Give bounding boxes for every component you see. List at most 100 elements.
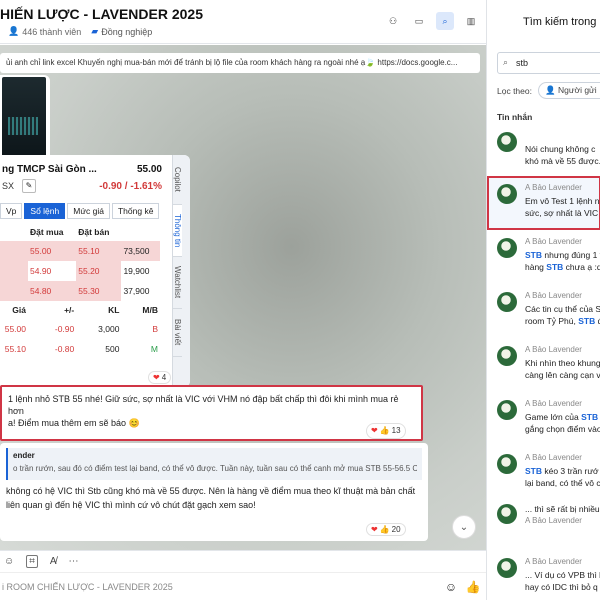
sidebar-toggle-icon[interactable]: ▥ bbox=[462, 12, 480, 30]
result-line: khó mà về 55 được. bbox=[525, 156, 600, 166]
search-result[interactable]: ... thì sẽ rất bị nhiều A Bảo Lavender bbox=[487, 496, 600, 550]
tab-posts[interactable]: Bài viết bbox=[173, 309, 182, 357]
result-line: càng lên càng cạn v bbox=[525, 370, 600, 380]
reaction-pill[interactable]: ❤ 👍 13 bbox=[366, 423, 406, 439]
trade-volume: 3,000 bbox=[98, 324, 120, 334]
highlighted-message[interactable]: 1 lệnh nhỏ STB 55 nhé! Giữ sức, sợ nhất … bbox=[0, 385, 423, 441]
section-heading: Tin nhắn bbox=[497, 112, 533, 122]
stock-tabs: Vp Sổ lệnh Mức giá Thống kê bbox=[0, 203, 160, 219]
reaction-pill[interactable]: ❤ 👍 20 bbox=[366, 523, 406, 536]
screenshot-icon[interactable]: ⌗ bbox=[26, 555, 38, 568]
members-count[interactable]: 👤 446 thành viên bbox=[8, 26, 81, 37]
stock-widget[interactable]: ng TMCP Sài Gòn ... 55.00 SX ✎ -0.90 / -… bbox=[0, 155, 190, 387]
avatar bbox=[497, 292, 517, 312]
result-line: gắng chọn điểm vào bbox=[525, 424, 600, 434]
chevron-down-icon: ⌄ bbox=[459, 521, 469, 533]
keyword-highlight: STB bbox=[581, 412, 599, 422]
col-kl: KL bbox=[108, 305, 120, 315]
keyword-highlight: STB bbox=[525, 250, 542, 260]
person-icon: 👤 bbox=[8, 26, 20, 36]
thumbs-up-icon[interactable]: 👍 bbox=[464, 580, 482, 594]
thumbs-up-icon: 👍 bbox=[379, 525, 390, 534]
tab-watchlist[interactable]: Watchlist bbox=[173, 257, 182, 309]
result-line: Các tin cụ thể của S bbox=[525, 304, 600, 314]
result-line: room Tỷ Phú, STB đa bbox=[525, 316, 600, 326]
quoted-message[interactable]: ender o trần rướn, sau đó có điểm test l… bbox=[6, 448, 422, 480]
message-input[interactable]: i ROOM CHIẾN LƯỢC - LAVENDER 2025 ☺ 👍 bbox=[0, 572, 486, 600]
trade-side: M bbox=[150, 344, 158, 354]
bid-price: 54.80 bbox=[28, 281, 77, 301]
more-icon[interactable]: ⋯ bbox=[69, 556, 79, 567]
sticker-icon[interactable]: ☺ bbox=[4, 556, 14, 567]
message-input-placeholder[interactable]: i ROOM CHIẾN LƯỢC - LAVENDER 2025 bbox=[2, 582, 442, 592]
sender-filter[interactable]: 👤 Người gửi ⌄ bbox=[537, 82, 600, 99]
trade-change: -0.90 bbox=[54, 324, 75, 334]
result-line: Em vô Test 1 lệnh n bbox=[525, 196, 600, 206]
group-title[interactable]: HIẾN LƯỢC - LAVENDER 2025 bbox=[0, 6, 203, 22]
heart-icon: ❤ bbox=[153, 373, 160, 382]
reaction-count: 4 bbox=[161, 373, 167, 382]
message-line: không có hệ VIC thì Stb cũng khó mà về 5… bbox=[6, 486, 416, 496]
table-row: 55.10 -0.80 500 M bbox=[0, 339, 160, 359]
heart-icon: ❤ bbox=[371, 525, 378, 534]
filter-row: Lọc theo: 👤 Người gửi ⌄ bbox=[497, 82, 600, 99]
avatar bbox=[497, 454, 517, 474]
screenshot-thumbnail[interactable] bbox=[2, 77, 46, 167]
search-result[interactable]: A Bảo Lavender Game lớn của STB l gắng c… bbox=[487, 392, 600, 446]
search-result[interactable]: A Bảo Lavender STB kéo 3 trần rướ lại ba… bbox=[487, 446, 600, 500]
message-line: a! Điểm mua thêm em sẽ báo 😊 bbox=[8, 418, 140, 428]
avatar bbox=[497, 558, 517, 578]
search-result[interactable]: A Bảo Lavender Khi nhìn theo khung càng … bbox=[487, 338, 600, 392]
trade-change: -0.80 bbox=[54, 344, 75, 354]
filter-label: Lọc theo: bbox=[497, 85, 532, 96]
pinned-message[interactable]: ủi anh chỉ link excel Khuyến nghị mua-bá… bbox=[0, 53, 480, 73]
reply-message[interactable]: ender o trần rướn, sau đó có điểm test l… bbox=[0, 443, 428, 541]
emoji-icon[interactable]: ☺ bbox=[442, 580, 460, 594]
result-line: ... Ví dụ có VPB thì b bbox=[525, 570, 600, 580]
search-result-selected[interactable]: A Bảo Lavender Em vô Test 1 lệnh n sức, … bbox=[487, 176, 600, 230]
format-text-icon[interactable]: A̸ bbox=[50, 556, 57, 567]
search-result[interactable]: A Bảo Lavender STB nhưng đúng 1 tr hàng … bbox=[487, 230, 600, 284]
scroll-down-button[interactable]: ⌄ bbox=[452, 515, 476, 539]
tab-statistics[interactable]: Thống kê bbox=[111, 203, 160, 219]
result-line: hàng STB chưa ạ :d bbox=[525, 262, 600, 272]
table-row: 55.00 -0.90 3,000 B bbox=[0, 319, 160, 339]
search-result[interactable]: A Bảo Lavender ... Ví dụ có VPB thì b ha… bbox=[487, 550, 600, 600]
tab-copilot[interactable]: Copilot bbox=[173, 155, 182, 205]
table-row: 54.80 55.30 37,900 bbox=[0, 281, 160, 301]
tab-overview[interactable]: Vp bbox=[0, 203, 23, 219]
trade-volume: 500 bbox=[105, 344, 120, 354]
ask-price: 55.10 bbox=[78, 246, 100, 256]
search-input[interactable]: ⌕ stb bbox=[497, 52, 600, 74]
pencil-icon[interactable]: ✎ bbox=[22, 179, 36, 193]
trade-side: B bbox=[152, 324, 158, 334]
message-line: 1 lệnh nhỏ STB 55 nhé! Giữ sức, sợ nhất … bbox=[8, 394, 399, 416]
col-price: Giá bbox=[12, 305, 26, 315]
order-book-table: Đặt mua Đặt bán 55.00 55.10 73,500 54.90… bbox=[0, 223, 160, 359]
result-line: hay có IDC thì bỏ q bbox=[525, 582, 598, 592]
result-author: A Bảo Lavender bbox=[525, 183, 582, 192]
result-line: Khi nhìn theo khung bbox=[525, 358, 600, 368]
result-line: ... thì sẽ rất bị nhiều bbox=[525, 504, 600, 514]
search-panel: Tìm kiếm trong ⌕ stb Lọc theo: 👤 Người g… bbox=[486, 0, 600, 600]
tab-info[interactable]: Thông tin bbox=[173, 205, 182, 257]
add-member-icon[interactable]: ⚇ bbox=[384, 12, 402, 30]
search-result[interactable]: A Bảo Lavender Các tin cụ thể của S room… bbox=[487, 284, 600, 338]
panel-title: Tìm kiếm trong bbox=[523, 16, 597, 28]
search-result[interactable]: Nói chung không c khó mà về 55 được. bbox=[487, 124, 600, 178]
volume: 19,900 bbox=[123, 266, 150, 276]
tab-order-book[interactable]: Sổ lệnh bbox=[24, 203, 66, 219]
tab-price-levels[interactable]: Mức giá bbox=[67, 203, 110, 219]
chat-area[interactable]: ủi anh chỉ link excel Khuyến nghị mua-bá… bbox=[0, 45, 486, 550]
tag-icon: ▰ bbox=[91, 26, 99, 36]
col-change: +/- bbox=[64, 305, 75, 315]
search-icon[interactable]: ⌕ bbox=[436, 12, 454, 30]
table-header: Giá +/- KL M/B bbox=[0, 301, 160, 319]
video-call-icon[interactable]: ▭ bbox=[410, 12, 428, 30]
ask-price: 55.30 bbox=[76, 281, 122, 301]
reaction-pill[interactable]: ❤ 4 bbox=[148, 371, 172, 384]
result-line: A Bảo Lavender bbox=[525, 516, 582, 525]
avatar bbox=[497, 238, 517, 258]
table-row: 55.00 55.10 73,500 bbox=[0, 241, 160, 261]
community-tag[interactable]: ▰ Đồng nghiệp bbox=[91, 26, 152, 37]
